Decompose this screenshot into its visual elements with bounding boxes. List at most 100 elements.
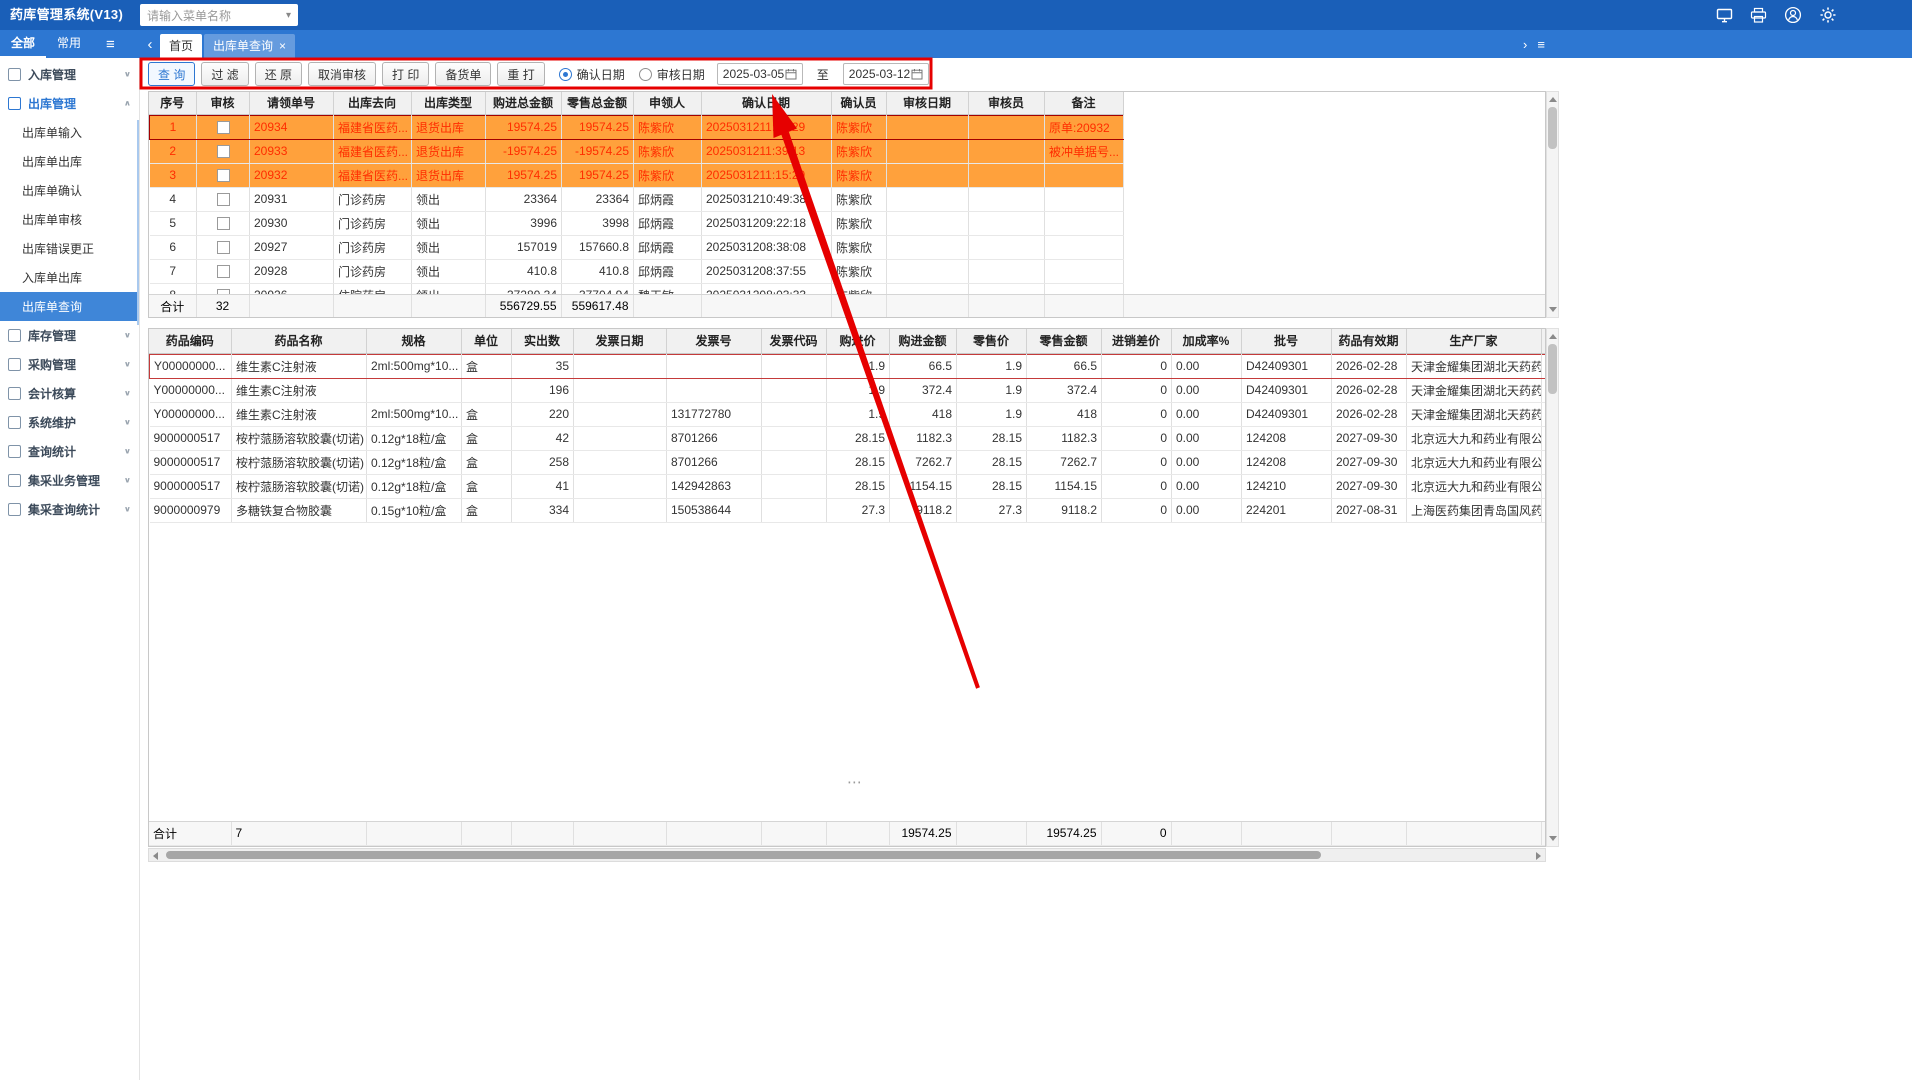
- table-row[interactable]: 9000000517 桉柠蒎肠溶软胶囊(切诺) 0.12g*18粒/盒盒 41 1429…: [149, 474, 1545, 499]
- chevron-right-icon[interactable]: ›: [1523, 37, 1527, 52]
- printer-icon[interactable]: [1750, 7, 1767, 24]
- scroll-up-arrow[interactable]: [1549, 97, 1557, 102]
- date-to-input[interactable]: 2025-03-12: [842, 63, 929, 85]
- splitter-handle[interactable]: ⋯: [847, 773, 864, 791]
- column-header[interactable]: 发票代码: [761, 329, 827, 354]
- toolbar-button[interactable]: 备货单: [435, 62, 492, 86]
- column-header[interactable]: 零售价: [956, 329, 1027, 354]
- column-header[interactable]: 发票号: [666, 329, 762, 354]
- column-header[interactable]: 药品编码: [149, 329, 232, 354]
- sidebar-group[interactable]: 集采业务管理 ∨: [0, 466, 139, 495]
- toolbar-button[interactable]: 过 滤: [201, 62, 249, 86]
- column-header[interactable]: 序号: [149, 92, 197, 115]
- row-checkbox[interactable]: [216, 241, 230, 255]
- scroll-down-arrow[interactable]: [1549, 836, 1557, 841]
- date-from-input[interactable]: 2025-03-05: [716, 63, 803, 85]
- table-row[interactable]: 1 20934 福建省医药... 退货出库 19574.25 19574.25 陈紫欣 202…: [149, 114, 1124, 140]
- back-icon[interactable]: ‹: [140, 32, 160, 58]
- row-checkbox[interactable]: [216, 217, 230, 231]
- scroll-thumb[interactable]: [1548, 344, 1557, 394]
- column-header[interactable]: 请领单号: [249, 92, 334, 115]
- column-header[interactable]: 药品有效期: [1331, 329, 1407, 354]
- scroll-thumb[interactable]: [1548, 107, 1557, 149]
- column-header[interactable]: 购进总金额: [485, 92, 562, 115]
- table-row[interactable]: 5 20930 门诊药房 领出 3996 3998 邱炳霞 2025031209:22:18 陈…: [149, 211, 1124, 236]
- menu-search-input[interactable]: 请输入菜单名称 ▾: [140, 4, 298, 26]
- table-row[interactable]: 2 20933 福建省医药... 退货出库 -19574.25 -19574.25 陈紫欣 2…: [149, 139, 1124, 164]
- toolbar-button[interactable]: 取消审核: [308, 62, 377, 86]
- detail-vertical-scrollbar[interactable]: [1546, 328, 1559, 847]
- gear-icon[interactable]: [1819, 6, 1837, 24]
- column-header[interactable]: 批号: [1241, 329, 1332, 354]
- column-header[interactable]: 实出数: [511, 329, 574, 354]
- column-header[interactable]: 药品名称: [231, 329, 367, 354]
- row-checkbox[interactable]: [216, 193, 230, 207]
- scroll-thumb[interactable]: [166, 851, 1321, 859]
- horizontal-scrollbar[interactable]: [148, 848, 1546, 862]
- sidebar-group[interactable]: 库存管理 ∨: [0, 321, 139, 350]
- page-tab[interactable]: 首页: [160, 34, 203, 58]
- nav-tab[interactable]: 常用: [46, 30, 92, 58]
- table-row[interactable]: 6 20927 门诊药房 领出 157019 157660.8 邱炳霞 2025031208:…: [149, 235, 1124, 260]
- toolbar-button[interactable]: 查 询: [148, 62, 196, 86]
- sidebar-group[interactable]: 会计核算 ∨: [0, 379, 139, 408]
- user-icon[interactable]: [1784, 6, 1802, 24]
- column-header[interactable]: 单位: [461, 329, 512, 354]
- page-tab[interactable]: 出库单查询 ×: [204, 34, 296, 58]
- nav-tab[interactable]: 全部: [0, 30, 47, 58]
- sidebar-group[interactable]: 入库管理 ∨: [0, 60, 139, 89]
- monitor-icon[interactable]: [1716, 7, 1733, 24]
- sidebar-group[interactable]: 采购管理 ∨: [0, 350, 139, 379]
- table-row[interactable]: 9000000517 桉柠蒎肠溶软胶囊(切诺) 0.12g*18粒/盒盒 42 8701…: [149, 426, 1545, 451]
- tab-list-icon[interactable]: ≡: [1537, 37, 1545, 52]
- scroll-up-arrow[interactable]: [1549, 334, 1557, 339]
- sidebar-item[interactable]: 出库单出库: [0, 147, 139, 176]
- table-row[interactable]: 7 20928 门诊药房 领出 410.8 410.8 邱炳霞 2025031208:37:5…: [149, 259, 1124, 284]
- table-row[interactable]: Y00000000... 维生素C注射液 196 1.9 372.4 1.9 372.4 0 0…: [149, 378, 1545, 403]
- close-icon[interactable]: ×: [279, 34, 286, 58]
- row-checkbox[interactable]: [216, 145, 230, 159]
- column-header[interactable]: 零售总金额: [561, 92, 634, 115]
- table-row[interactable]: 8 20926住院药房领出37280.3437704.94魏玉敏202503120…: [149, 283, 1124, 294]
- column-header[interactable]: 购进金额: [889, 329, 957, 354]
- column-header[interactable]: 加成率%: [1171, 329, 1242, 354]
- scroll-right-arrow[interactable]: [1536, 852, 1541, 860]
- table-row[interactable]: 9000000979 多糖铁复合物胶囊 0.15g*10粒/盒盒 334 1505386…: [149, 498, 1545, 523]
- table-row[interactable]: Y00000000... 维生素C注射液 2ml:500mg*10... 盒 220 13…: [149, 402, 1545, 427]
- column-header[interactable]: 购进价: [826, 329, 890, 354]
- sidebar-group[interactable]: 系统维护 ∨: [0, 408, 139, 437]
- column-header[interactable]: 进销差价: [1101, 329, 1172, 354]
- table-row[interactable]: 4 20931 门诊药房 领出 23364 23364 邱炳霞 2025031210:49:3…: [149, 187, 1124, 212]
- sidebar-item[interactable]: 出库单输入: [0, 118, 139, 147]
- table-row[interactable]: Y00000000... 维生素C注射液 2ml:500mg*10... 盒 35 1.9…: [149, 353, 1545, 379]
- table-row[interactable]: 9000000517 桉柠蒎肠溶软胶囊(切诺) 0.12g*18粒/盒盒 258 870…: [149, 450, 1545, 475]
- column-header[interactable]: 出库去向: [333, 92, 412, 115]
- column-header[interactable]: 确认员: [831, 92, 887, 115]
- column-header[interactable]: 生产厂家: [1406, 329, 1542, 354]
- master-vertical-scrollbar[interactable]: [1546, 91, 1559, 318]
- column-header[interactable]: 审核日期: [886, 92, 969, 115]
- table-row[interactable]: 3 20932 福建省医药... 退货出库 19574.25 19574.25 陈紫欣 202…: [149, 163, 1124, 188]
- column-header[interactable]: 出库类型: [411, 92, 486, 115]
- row-checkbox[interactable]: [216, 169, 230, 183]
- column-header[interactable]: 审核员: [968, 92, 1045, 115]
- column-header[interactable]: 发票日期: [573, 329, 667, 354]
- sidebar-item[interactable]: 出库单查询: [0, 292, 139, 321]
- scroll-down-arrow[interactable]: [1549, 307, 1557, 312]
- toolbar-button[interactable]: 打 印: [382, 62, 430, 86]
- sidebar-group[interactable]: 查询统计 ∨: [0, 437, 139, 466]
- column-header[interactable]: 零售金额: [1026, 329, 1102, 354]
- column-header[interactable]: 审核: [196, 92, 250, 115]
- radio-audit-date[interactable]: 审核日期: [638, 66, 705, 83]
- radio-confirm-date[interactable]: 确认日期: [558, 66, 625, 83]
- row-checkbox[interactable]: [216, 265, 230, 279]
- hamburger-icon[interactable]: ≡: [106, 36, 115, 53]
- column-header[interactable]: 规格: [366, 329, 462, 354]
- row-checkbox[interactable]: [216, 121, 230, 135]
- sidebar-group[interactable]: 出库管理 ∧: [0, 89, 139, 118]
- sidebar-item[interactable]: 入库单出库: [0, 263, 139, 292]
- column-header[interactable]: 确认日期: [701, 92, 832, 115]
- sidebar-item[interactable]: 出库单确认: [0, 176, 139, 205]
- toolbar-button[interactable]: 重 打: [497, 62, 545, 86]
- toolbar-button[interactable]: 还 原: [254, 62, 303, 86]
